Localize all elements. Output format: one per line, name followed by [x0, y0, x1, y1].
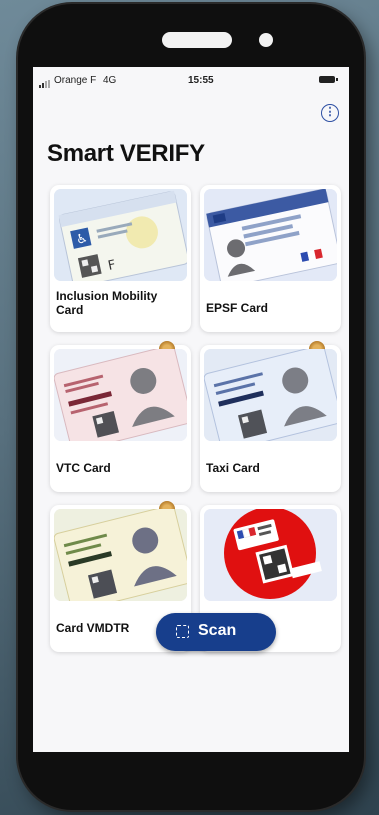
speaker-grille [162, 32, 232, 48]
phone-frame: Orange F 4G 15:55 ⋮ Smart VERIFY ♿ F Inc… [18, 4, 364, 810]
qr-scan-icon [176, 625, 189, 638]
card-label: VTC Card [56, 461, 111, 475]
card-thumbnail [204, 189, 337, 281]
vtc-sticker-image [204, 509, 337, 601]
inclusion-card-image: ♿ F [54, 189, 187, 281]
card-thumbnail [54, 509, 187, 601]
scan-button[interactable]: Scan [156, 613, 276, 651]
epsf-card-image [204, 189, 337, 281]
card-vtc[interactable]: VTC Card [50, 341, 191, 492]
card-label: EPSF Card [206, 301, 269, 315]
card-thumbnail [204, 509, 337, 601]
card-inclusion-mobility[interactable]: ♿ F Inclusion Mobility Card [50, 185, 191, 332]
vtc-card-image [54, 349, 187, 441]
info-icon[interactable]: ⋮ [321, 104, 339, 122]
scan-button-label: Scan [198, 622, 237, 639]
network-type: 4G [103, 75, 117, 86]
page-title: Smart VERIFY [47, 140, 205, 167]
status-time: 15:55 [188, 75, 214, 86]
card-thumbnail [54, 349, 187, 441]
card-label: Inclusion Mobility Card [56, 289, 158, 317]
signal-icon [39, 77, 51, 88]
taxi-card-image [204, 349, 337, 441]
carrier-name: Orange F [54, 75, 97, 86]
status-bar: Orange F 4G 15:55 [33, 67, 349, 93]
app-screen: Orange F 4G 15:55 ⋮ Smart VERIFY ♿ F Inc… [33, 67, 349, 752]
vmdtr-card-image [54, 509, 187, 601]
card-taxi[interactable]: Taxi Card [200, 341, 341, 492]
battery-icon [319, 76, 338, 83]
card-thumbnail: ♿ F [54, 189, 187, 281]
card-epsf[interactable]: EPSF Card [200, 185, 341, 332]
card-thumbnail [204, 349, 337, 441]
front-camera [259, 33, 273, 47]
card-label: Taxi Card [206, 461, 260, 475]
